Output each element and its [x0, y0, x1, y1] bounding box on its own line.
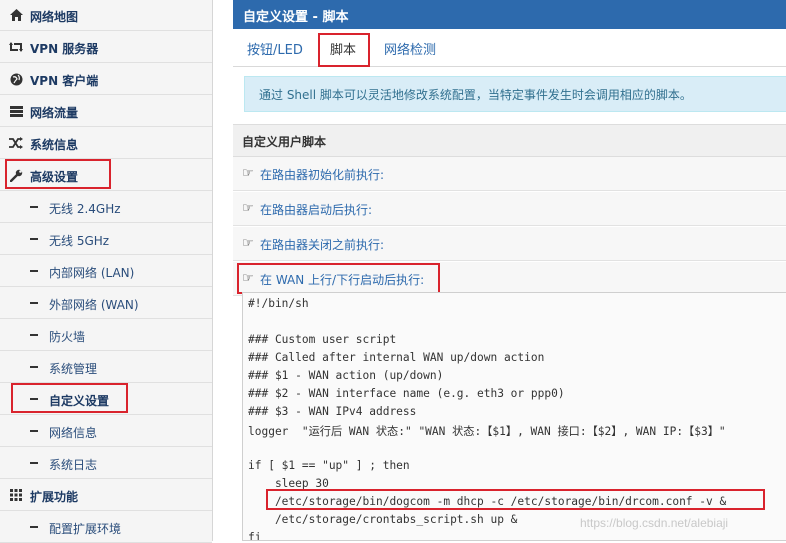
code-line: logger "运行后 WAN 状态:" "WAN 状态:【$1】, WAN 接…: [248, 425, 726, 438]
globe-icon: [9, 72, 23, 86]
sidebar-item-wireless-5[interactable]: 无线 5GHz: [0, 224, 212, 255]
hand-pointer-icon: ☞: [242, 201, 254, 216]
script-row-shutdown[interactable]: ☞ 在路由器关闭之前执行:: [233, 227, 786, 261]
home-icon: [9, 8, 23, 22]
tab-button-led[interactable]: 按钮/LED: [247, 39, 303, 58]
info-text: 通过 Shell 脚本可以灵活地修改系统配置，当特定事件发生时会调用相应的脚本。: [259, 88, 692, 102]
minus-icon: [30, 430, 38, 432]
minus-icon: [30, 526, 38, 528]
sidebar-item-wan[interactable]: 外部网络 (WAN): [0, 288, 212, 319]
code-line: ### $1 - WAN action (up/down): [248, 369, 444, 382]
tab-bar: 按钮/LED 脚本 网络检测: [233, 29, 786, 67]
sidebar-item-label: 网络信息: [49, 426, 98, 440]
tab-scripts[interactable]: 脚本: [330, 39, 356, 58]
hand-pointer-icon: ☞: [242, 271, 254, 286]
sidebar-item-label: 自定义设置: [49, 394, 110, 408]
sidebar-item-traffic[interactable]: 网络流量: [0, 96, 212, 127]
sidebar-item-label: 外部网络 (WAN): [49, 298, 139, 312]
section-header: 自定义用户脚本: [233, 124, 786, 157]
code-line: ### Custom user script: [248, 333, 397, 346]
code-line: ### $2 - WAN interface name (e.g. eth3 o…: [248, 387, 565, 400]
script-editor[interactable]: #!/bin/sh ### Custom user script ### Cal…: [242, 292, 786, 541]
sidebar-item-network-info[interactable]: 网络信息: [0, 416, 212, 447]
grid-icon: [9, 488, 23, 502]
tab-network-check[interactable]: 网络检测: [384, 39, 436, 58]
minus-icon: [30, 398, 38, 400]
code-line: /etc/storage/bin/dogcom -m dhcp -c /etc/…: [248, 495, 727, 508]
sidebar-item-label: 内部网络 (LAN): [49, 266, 135, 280]
sidebar-item-administration[interactable]: 系统管理: [0, 352, 212, 383]
sidebar-item-extensions[interactable]: 扩展功能: [0, 480, 212, 511]
sidebar-item-system-info[interactable]: 系统信息: [0, 128, 212, 159]
script-link[interactable]: 在路由器初始化前执行:: [260, 166, 384, 183]
sidebar-item-advanced[interactable]: 高级设置: [0, 160, 212, 191]
sidebar-item-label: 防火墙: [49, 330, 86, 344]
hdd-icon: [9, 104, 23, 118]
hand-pointer-icon: ☞: [242, 166, 254, 181]
page-title: 自定义设置 - 脚本: [243, 10, 349, 25]
sidebar-item-label: 高级设置: [30, 170, 79, 184]
page-title-bar: 自定义设置 - 脚本: [233, 0, 786, 29]
retweet-icon: [9, 40, 23, 54]
minus-icon: [30, 206, 38, 208]
sidebar-item-customization[interactable]: 自定义设置: [0, 384, 212, 415]
sidebar-item-lan[interactable]: 内部网络 (LAN): [0, 256, 212, 287]
script-row-started[interactable]: ☞ 在路由器启动后执行:: [233, 192, 786, 226]
minus-icon: [30, 270, 38, 272]
sidebar-item-label: 无线 2.4GHz: [49, 202, 121, 216]
sidebar-item-label: 配置扩展环境: [49, 522, 122, 536]
script-link[interactable]: 在路由器启动后执行:: [260, 201, 372, 218]
sidebar-item-label: 系统信息: [30, 138, 79, 152]
sidebar-item-label: 网络地图: [30, 10, 79, 24]
code-line: /etc/storage/crontabs_script.sh up &: [248, 513, 518, 526]
code-line: ### $3 - WAN IPv4 address: [248, 405, 417, 418]
watermark-text: https://blog.csdn.net/alebiaji: [580, 516, 729, 530]
minus-icon: [30, 302, 38, 304]
sidebar-item-label: 系统管理: [49, 362, 98, 376]
sidebar-item-label: VPN 服务器: [30, 42, 99, 56]
sidebar-item-label: 系统日志: [49, 458, 98, 472]
sidebar-item-extension-env[interactable]: 配置扩展环境: [0, 512, 212, 543]
code-line: #!/bin/sh: [248, 297, 309, 310]
main-panel: 自定义设置 - 脚本 按钮/LED 脚本 网络检测 通过 Shell 脚本可以灵…: [233, 0, 786, 541]
script-row-wan-updown[interactable]: ☞ 在 WAN 上行/下行启动后执行:: [233, 262, 786, 296]
sidebar-item-label: 网络流量: [30, 106, 79, 120]
minus-icon: [30, 334, 38, 336]
code-line: sleep 30: [248, 477, 329, 490]
sidebar-item-network-map[interactable]: 网络地图: [0, 0, 212, 31]
wrench-icon: [9, 168, 23, 182]
sidebar: 网络地图 VPN 服务器 VPN 客户端 网络流量 系统信息 高级设置 无线 2…: [0, 0, 213, 543]
script-row-init[interactable]: ☞ 在路由器初始化前执行:: [233, 157, 786, 191]
section-title: 自定义用户脚本: [242, 135, 327, 149]
sidebar-item-firewall[interactable]: 防火墙: [0, 320, 212, 351]
sidebar-item-label: 无线 5GHz: [49, 234, 110, 248]
sidebar-item-label: VPN 客户端: [30, 74, 99, 88]
sidebar-item-vpn-client[interactable]: VPN 客户端: [0, 64, 212, 95]
minus-icon: [30, 238, 38, 240]
sidebar-item-vpn-server[interactable]: VPN 服务器: [0, 32, 212, 63]
script-link[interactable]: 在路由器关闭之前执行:: [260, 236, 384, 253]
random-icon: [9, 136, 23, 150]
sidebar-item-system-log[interactable]: 系统日志: [0, 448, 212, 479]
code-line: ### Called after internal WAN up/down ac…: [248, 351, 545, 364]
sidebar-item-label: 扩展功能: [30, 490, 79, 504]
script-link[interactable]: 在 WAN 上行/下行启动后执行:: [260, 271, 424, 288]
hand-pointer-icon: ☞: [242, 236, 254, 251]
sidebar-item-wireless-24[interactable]: 无线 2.4GHz: [0, 192, 212, 223]
minus-icon: [30, 366, 38, 368]
minus-icon: [30, 462, 38, 464]
code-line: if [ $1 == "up" ] ; then: [248, 459, 410, 472]
code-line: fi: [248, 531, 262, 541]
info-alert: 通过 Shell 脚本可以灵活地修改系统配置，当特定事件发生时会调用相应的脚本。: [244, 76, 786, 112]
